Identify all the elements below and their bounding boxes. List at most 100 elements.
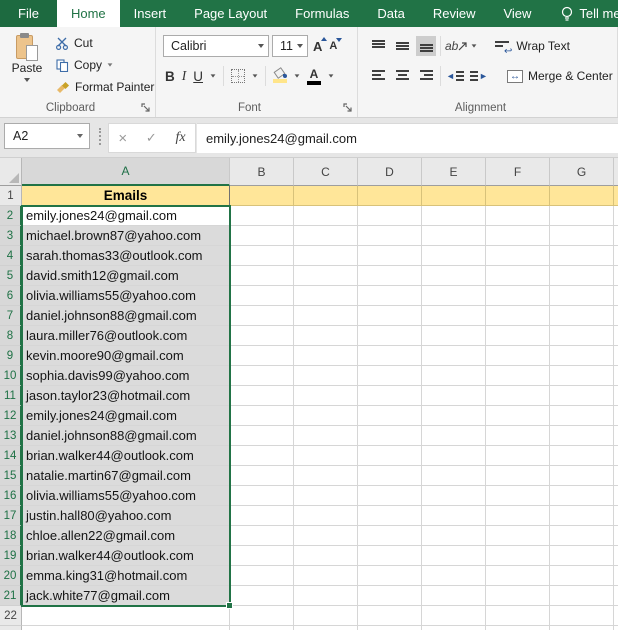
empty-cell[interactable] <box>422 186 486 206</box>
empty-cell[interactable] <box>230 346 294 366</box>
empty-cell[interactable] <box>294 606 358 626</box>
tab-review[interactable]: Review <box>419 0 490 27</box>
column-header-C[interactable]: C <box>294 158 358 186</box>
column-header-B[interactable]: B <box>230 158 294 186</box>
empty-cell[interactable] <box>358 206 422 226</box>
align-center-button[interactable] <box>392 66 412 86</box>
cell-A12[interactable]: emily.jones24@gmail.com <box>22 406 230 426</box>
row-header-14[interactable]: 14 <box>0 446 22 466</box>
empty-cell[interactable] <box>550 586 614 606</box>
cell-A9[interactable]: kevin.moore90@gmail.com <box>22 346 230 366</box>
row-header-13[interactable]: 13 <box>0 426 22 446</box>
cell-A4[interactable]: sarah.thomas33@outlook.com <box>22 246 230 266</box>
empty-cell[interactable] <box>486 246 550 266</box>
fill-color-dropdown-caret[interactable] <box>295 74 300 77</box>
decrease-indent-button[interactable]: ◄ <box>445 66 465 86</box>
empty-cell[interactable] <box>550 246 614 266</box>
empty-cell[interactable] <box>550 506 614 526</box>
empty-cell[interactable] <box>230 386 294 406</box>
empty-cell[interactable] <box>422 366 486 386</box>
empty-cell[interactable] <box>550 446 614 466</box>
empty-cell[interactable] <box>358 526 422 546</box>
empty-cell[interactable] <box>230 446 294 466</box>
empty-cell[interactable] <box>230 486 294 506</box>
empty-cell[interactable] <box>486 286 550 306</box>
empty-cell[interactable] <box>550 346 614 366</box>
empty-cell[interactable] <box>550 546 614 566</box>
cell-A3[interactable]: michael.brown87@yahoo.com <box>22 226 230 246</box>
top-align-button[interactable] <box>368 36 388 56</box>
empty-cell[interactable] <box>294 526 358 546</box>
empty-cell[interactable] <box>294 626 358 630</box>
empty-cell[interactable] <box>486 526 550 546</box>
increase-font-button[interactable]: A <box>311 39 324 54</box>
tab-view[interactable]: View <box>489 0 545 27</box>
empty-cell[interactable] <box>230 206 294 226</box>
paste-button[interactable]: Paste <box>3 31 51 97</box>
cell-A13[interactable]: daniel.johnson88@gmail.com <box>22 426 230 446</box>
empty-cell[interactable] <box>550 526 614 546</box>
align-right-button[interactable] <box>416 66 436 86</box>
merge-center-button[interactable]: ↔ Merge & Center <box>507 69 618 83</box>
empty-cell[interactable] <box>422 506 486 526</box>
middle-align-button[interactable] <box>392 36 412 56</box>
row-header-22[interactable] <box>0 626 22 630</box>
empty-cell[interactable] <box>294 486 358 506</box>
borders-dropdown-caret[interactable] <box>253 74 258 77</box>
empty-cell[interactable] <box>486 306 550 326</box>
empty-cell[interactable] <box>422 426 486 446</box>
name-box-caret[interactable] <box>77 134 83 138</box>
empty-cell[interactable] <box>422 466 486 486</box>
orientation-dropdown-caret[interactable] <box>472 44 477 47</box>
copy-dropdown-caret[interactable] <box>108 63 113 66</box>
empty-cell[interactable] <box>550 406 614 426</box>
empty-cell[interactable] <box>230 366 294 386</box>
empty-cell[interactable] <box>550 466 614 486</box>
tab-home[interactable]: Home <box>57 0 120 27</box>
empty-cell[interactable] <box>230 186 294 206</box>
underline-dropdown-caret[interactable] <box>211 74 216 77</box>
empty-cell[interactable] <box>422 246 486 266</box>
font-dialog-launcher[interactable] <box>343 103 353 113</box>
font-color-dropdown-caret[interactable] <box>329 74 334 77</box>
cell-A15[interactable]: natalie.martin67@gmail.com <box>22 466 230 486</box>
font-size-combo[interactable]: 11 <box>272 35 308 57</box>
empty-cell[interactable] <box>550 606 614 626</box>
empty-cell[interactable] <box>422 306 486 326</box>
empty-cell[interactable] <box>486 206 550 226</box>
bottom-align-button[interactable] <box>416 36 436 56</box>
empty-cell[interactable] <box>422 266 486 286</box>
empty-cell[interactable] <box>294 266 358 286</box>
empty-cell[interactable] <box>422 326 486 346</box>
empty-cell[interactable] <box>294 206 358 226</box>
tab-page-layout[interactable]: Page Layout <box>180 0 281 27</box>
row-header-15[interactable]: 15 <box>0 466 22 486</box>
row-header-8[interactable]: 8 <box>0 326 22 346</box>
empty-cell[interactable] <box>486 486 550 506</box>
empty-cell[interactable] <box>358 466 422 486</box>
empty-cell[interactable] <box>358 226 422 246</box>
empty-cell[interactable] <box>486 566 550 586</box>
empty-cell[interactable] <box>486 506 550 526</box>
empty-cell[interactable] <box>422 546 486 566</box>
copy-button[interactable]: Copy <box>56 55 154 75</box>
fill-color-button[interactable] <box>273 69 287 83</box>
empty-cell[interactable] <box>486 186 550 206</box>
empty-cell[interactable] <box>358 606 422 626</box>
row-header-7[interactable]: 7 <box>0 306 22 326</box>
cell-A21[interactable]: jack.white77@gmail.com <box>22 586 230 606</box>
empty-cell[interactable] <box>294 466 358 486</box>
empty-cell[interactable] <box>294 446 358 466</box>
empty-cell[interactable] <box>550 266 614 286</box>
empty-cell[interactable] <box>230 506 294 526</box>
decrease-font-button[interactable]: A <box>327 40 339 52</box>
row-header-10[interactable]: 10 <box>0 366 22 386</box>
empty-cell[interactable] <box>294 306 358 326</box>
cell-A6[interactable]: olivia.williams55@yahoo.com <box>22 286 230 306</box>
wrap-text-button[interactable]: ↩ Wrap Text <box>495 39 570 53</box>
enter-icon[interactable]: ✓ <box>146 130 157 146</box>
empty-cell[interactable] <box>550 426 614 446</box>
cancel-icon[interactable]: × <box>118 130 127 147</box>
empty-cell[interactable] <box>358 626 422 630</box>
empty-cell[interactable] <box>358 386 422 406</box>
